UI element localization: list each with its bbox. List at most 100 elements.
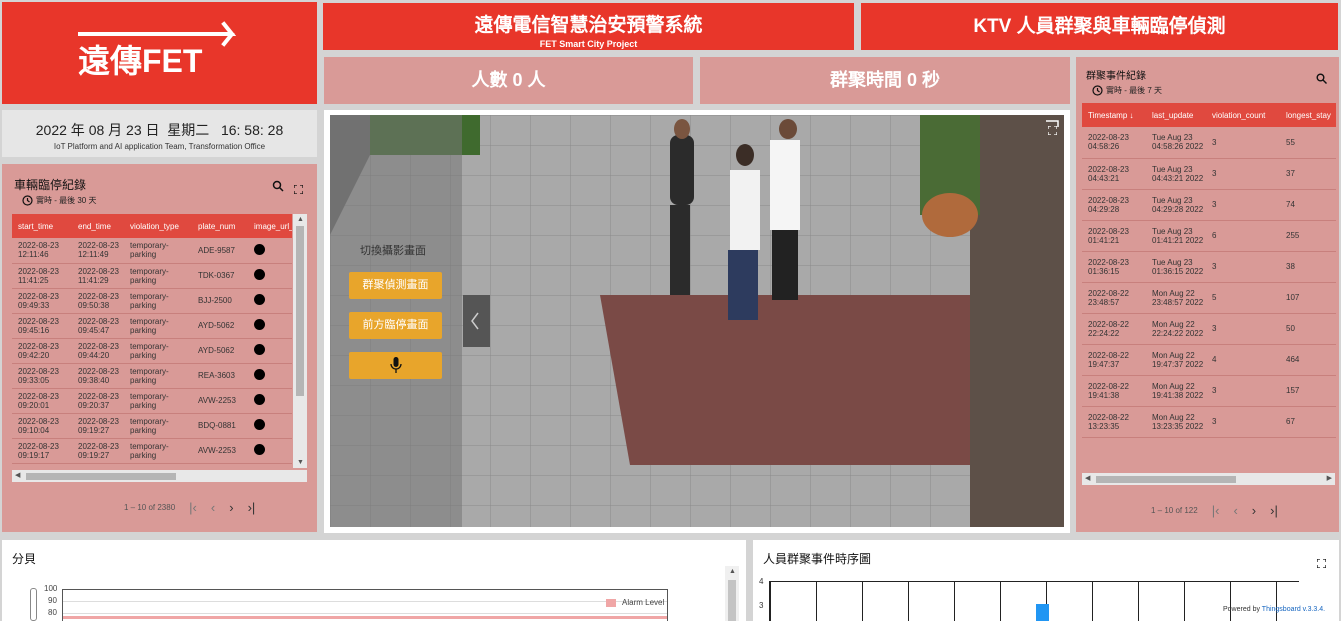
search-icon[interactable] — [272, 179, 284, 192]
table-row[interactable]: 2022-08-23 09:49:33 2022-08-23 09:50:38 te… — [12, 288, 292, 314]
col-start-time[interactable]: start_time — [12, 214, 72, 238]
image-dot-icon[interactable] — [254, 269, 265, 280]
parking-table-wrap: start_time end_time violation_type plate… — [12, 214, 292, 468]
next-page-icon[interactable]: › — [229, 500, 233, 515]
cell-timestamp: 2022-08-22 19:41:38 — [1082, 375, 1146, 407]
table-row[interactable]: 2022-08-23 09:33:05 2022-08-23 09:38:40 te… — [12, 363, 292, 389]
cell-start-time: 2022-08-23 09:45:16 — [12, 313, 72, 339]
cell-longest-stay: 255 — [1280, 220, 1336, 252]
cell-violation-type: temporary-parking — [124, 313, 192, 339]
table-row[interactable]: 2022-08-23 09:20:01 2022-08-23 09:20:37 te… — [12, 388, 292, 414]
image-dot-icon[interactable] — [254, 444, 265, 455]
cell-image-url — [248, 288, 292, 314]
prev-page-icon[interactable]: ‹ — [1233, 503, 1237, 518]
first-page-icon[interactable]: |‹ — [1212, 503, 1220, 518]
cell-start-time: 2022-08-23 11:41:25 — [12, 263, 72, 289]
cell-violation-count: 3 — [1206, 375, 1280, 407]
horizontal-scrollbar[interactable]: ◀ — [12, 470, 307, 482]
cell-timestamp: 2022-08-22 19:47:37 — [1082, 344, 1146, 376]
last-page-icon[interactable]: ›| — [1270, 503, 1278, 518]
thingsboard-link[interactable]: Thingsboard v.3.3.4. — [1262, 606, 1325, 613]
gather-view-button[interactable]: 群聚偵測畫面 — [349, 272, 442, 299]
cell-timestamp: 2022-08-23 04:43:21 — [1082, 158, 1146, 190]
table-row[interactable]: 2022-08-23 09:45:16 2022-08-23 09:45:47 te… — [12, 313, 292, 339]
cell-violation-type: temporary-parking — [124, 263, 192, 289]
fet-logo-mark: 遠傳FET — [78, 21, 237, 78]
tick-label: 90 — [48, 596, 57, 605]
table-row[interactable]: 2022-08-23 09:19:17 2022-08-23 09:19:27 te… — [12, 438, 292, 464]
col-image-url[interactable]: image_url_ — [248, 214, 292, 238]
microphone-button[interactable] — [349, 352, 442, 379]
timeline-fullscreen-icon[interactable] — [1316, 555, 1327, 573]
cell-violation-count: 6 — [1206, 220, 1280, 252]
table-row[interactable]: 2022-08-22 22:24:22 Mon Aug 22 22:24:22 2… — [1082, 313, 1336, 345]
image-dot-icon[interactable] — [254, 294, 265, 305]
col-violation-count[interactable]: violation_count — [1206, 103, 1280, 127]
image-dot-icon[interactable] — [254, 369, 265, 380]
cell-timestamp: 2022-08-22 23:48:57 — [1082, 282, 1146, 314]
col-violation-type[interactable]: violation_type — [124, 214, 192, 238]
org-name: IoT Platform and AI application Team, Tr… — [53, 142, 266, 151]
table-row[interactable]: 2022-08-23 12:11:46 2022-08-23 12:11:49 te… — [12, 238, 292, 264]
table-row[interactable]: 2022-08-23 09:42:20 2022-08-23 09:44:20 te… — [12, 338, 292, 364]
fullscreen-icon[interactable] — [293, 181, 304, 195]
image-dot-icon[interactable] — [254, 394, 265, 405]
events-time-range[interactable]: 實時 - 最後 7 天 — [1092, 85, 1162, 96]
table-row[interactable]: 2022-08-22 13:23:35 Mon Aug 22 13:23:35 2… — [1082, 406, 1336, 438]
events-search-icon[interactable] — [1316, 71, 1327, 89]
pagination-label: 1 – 10 of 2380 — [124, 503, 176, 512]
table-row[interactable]: 2022-08-23 01:41:21 Tue Aug 23 01:41:21 2… — [1082, 220, 1336, 252]
decibel-scrollbar[interactable]: ▲ — [725, 566, 739, 621]
table-row[interactable]: 2022-08-23 01:36:15 Tue Aug 23 01:36:15 2… — [1082, 251, 1336, 283]
time-range[interactable]: 實時 - 最後 30 天 — [22, 195, 96, 206]
tick-label: 80 — [48, 608, 57, 617]
tick-label: 100 — [44, 584, 58, 593]
cell-end-time: 2022-08-23 09:19:27 — [72, 413, 124, 439]
image-dot-icon[interactable] — [254, 319, 265, 330]
prev-page-icon[interactable]: ‹ — [211, 500, 215, 515]
image-dot-icon[interactable] — [254, 419, 265, 430]
camera-fullscreen-icon[interactable] — [1047, 122, 1058, 136]
decibel-panel: 分貝 100 90 80 Alarm Level ▲ — [2, 540, 746, 621]
datetime: 2022 年 08 月 23 日 星期二 16: 58: 28 — [35, 122, 284, 138]
col-longest-stay[interactable]: longest_stay — [1280, 103, 1336, 127]
cell-violation-count: 3 — [1206, 313, 1280, 345]
events-horizontal-scrollbar[interactable]: ◀ ▶ — [1082, 473, 1335, 485]
table-header-row: start_time end_time violation_type plate… — [12, 214, 292, 238]
collapse-panel-handle[interactable] — [462, 296, 489, 348]
table-row[interactable]: 2022-08-23 09:10:04 2022-08-23 09:19:27 te… — [12, 413, 292, 439]
tick-label: 4 — [759, 577, 764, 586]
cell-start-time: 2022-08-23 09:10:04 — [12, 413, 72, 439]
cell-plate-num: TDK-0367 — [192, 263, 248, 289]
col-plate-num[interactable]: plate_num — [192, 214, 248, 238]
table-header-row: Timestamp ↓ last_update violation_count … — [1082, 103, 1336, 127]
cell-violation-count: 3 — [1206, 251, 1280, 283]
last-page-icon[interactable]: ›| — [248, 500, 256, 515]
events-pager: 1 – 10 of 122 |‹ ‹ › ›| — [1151, 503, 1278, 518]
col-last-update[interactable]: last_update — [1146, 103, 1206, 127]
first-page-icon[interactable]: |‹ — [189, 500, 197, 515]
tick-label: 3 — [759, 601, 764, 610]
table-row[interactable]: 2022-08-22 23:48:57 Mon Aug 22 23:48:57 2… — [1082, 282, 1336, 314]
table-row[interactable]: 2022-08-23 04:43:21 Tue Aug 23 04:43:21 2… — [1082, 158, 1336, 190]
table-row[interactable]: 2022-08-23 04:29:28 Tue Aug 23 04:29:28 2… — [1082, 189, 1336, 221]
cell-violation-type: temporary-parking — [124, 288, 192, 314]
col-timestamp[interactable]: Timestamp ↓ — [1082, 103, 1146, 127]
cell-violation-count: 5 — [1206, 282, 1280, 314]
table-row[interactable]: 2022-08-22 19:47:37 Mon Aug 22 19:47:37 2… — [1082, 344, 1336, 376]
cell-longest-stay: 37 — [1280, 158, 1336, 190]
table-row[interactable]: 2022-08-22 19:41:38 Mon Aug 22 19:41:38 2… — [1082, 375, 1336, 407]
decibel-chart: 100 90 80 Alarm Level — [30, 584, 670, 621]
events-table-wrap: Timestamp ↓ last_update violation_count … — [1082, 103, 1336, 473]
front-parking-view-button[interactable]: 前方臨停畫面 — [349, 312, 442, 339]
table-row[interactable]: 2022-08-23 04:58:26 Tue Aug 23 04:58:26 2… — [1082, 127, 1336, 159]
cell-last-update: Mon Aug 22 22:24:22 2022 — [1146, 313, 1206, 345]
table-row[interactable]: 2022-08-23 11:41:25 2022-08-23 11:41:29 te… — [12, 263, 292, 289]
image-dot-icon[interactable] — [254, 243, 265, 255]
cell-timestamp: 2022-08-23 01:41:21 — [1082, 220, 1146, 252]
next-page-icon[interactable]: › — [1252, 503, 1256, 518]
cell-image-url — [248, 413, 292, 439]
image-dot-icon[interactable] — [254, 344, 265, 355]
col-end-time[interactable]: end_time — [72, 214, 124, 238]
vertical-scrollbar[interactable]: ▲ ▼ — [293, 214, 307, 468]
